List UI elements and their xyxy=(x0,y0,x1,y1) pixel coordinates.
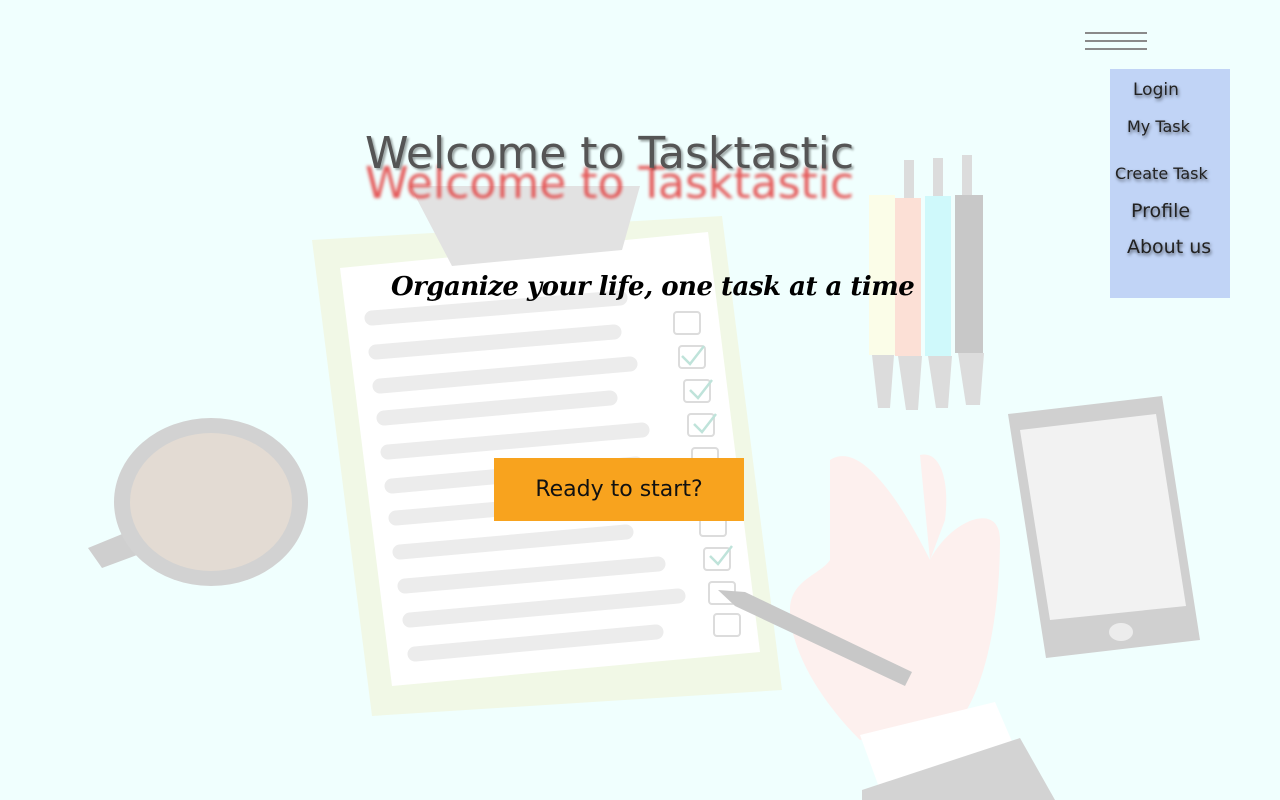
page-subtitle: Organize your life, one task at a time xyxy=(391,272,915,302)
tablet-illustration xyxy=(1008,396,1200,658)
background-illustration xyxy=(88,155,1200,800)
menu-item-my-task[interactable]: My Task xyxy=(1127,117,1190,136)
coffee-cup-illustration xyxy=(88,418,308,586)
page-title: Welcome to Tasktastic Welcome to Tasktas… xyxy=(365,128,925,218)
menu-item-create-task[interactable]: Create Task xyxy=(1115,164,1208,183)
clipboard-illustration xyxy=(312,186,782,716)
page-title-text: Welcome to Tasktastic xyxy=(365,128,855,179)
hamburger-menu-icon[interactable] xyxy=(1085,30,1147,52)
menu-item-about-us[interactable]: About us xyxy=(1127,236,1211,258)
menu-item-profile[interactable]: Profile xyxy=(1131,200,1190,222)
nav-dropdown-menu: Login My Task Create Task Profile About … xyxy=(1110,69,1230,298)
ready-to-start-button[interactable]: Ready to start? xyxy=(494,458,744,521)
hand-illustration xyxy=(790,454,1055,800)
menu-item-login[interactable]: Login xyxy=(1133,80,1179,100)
